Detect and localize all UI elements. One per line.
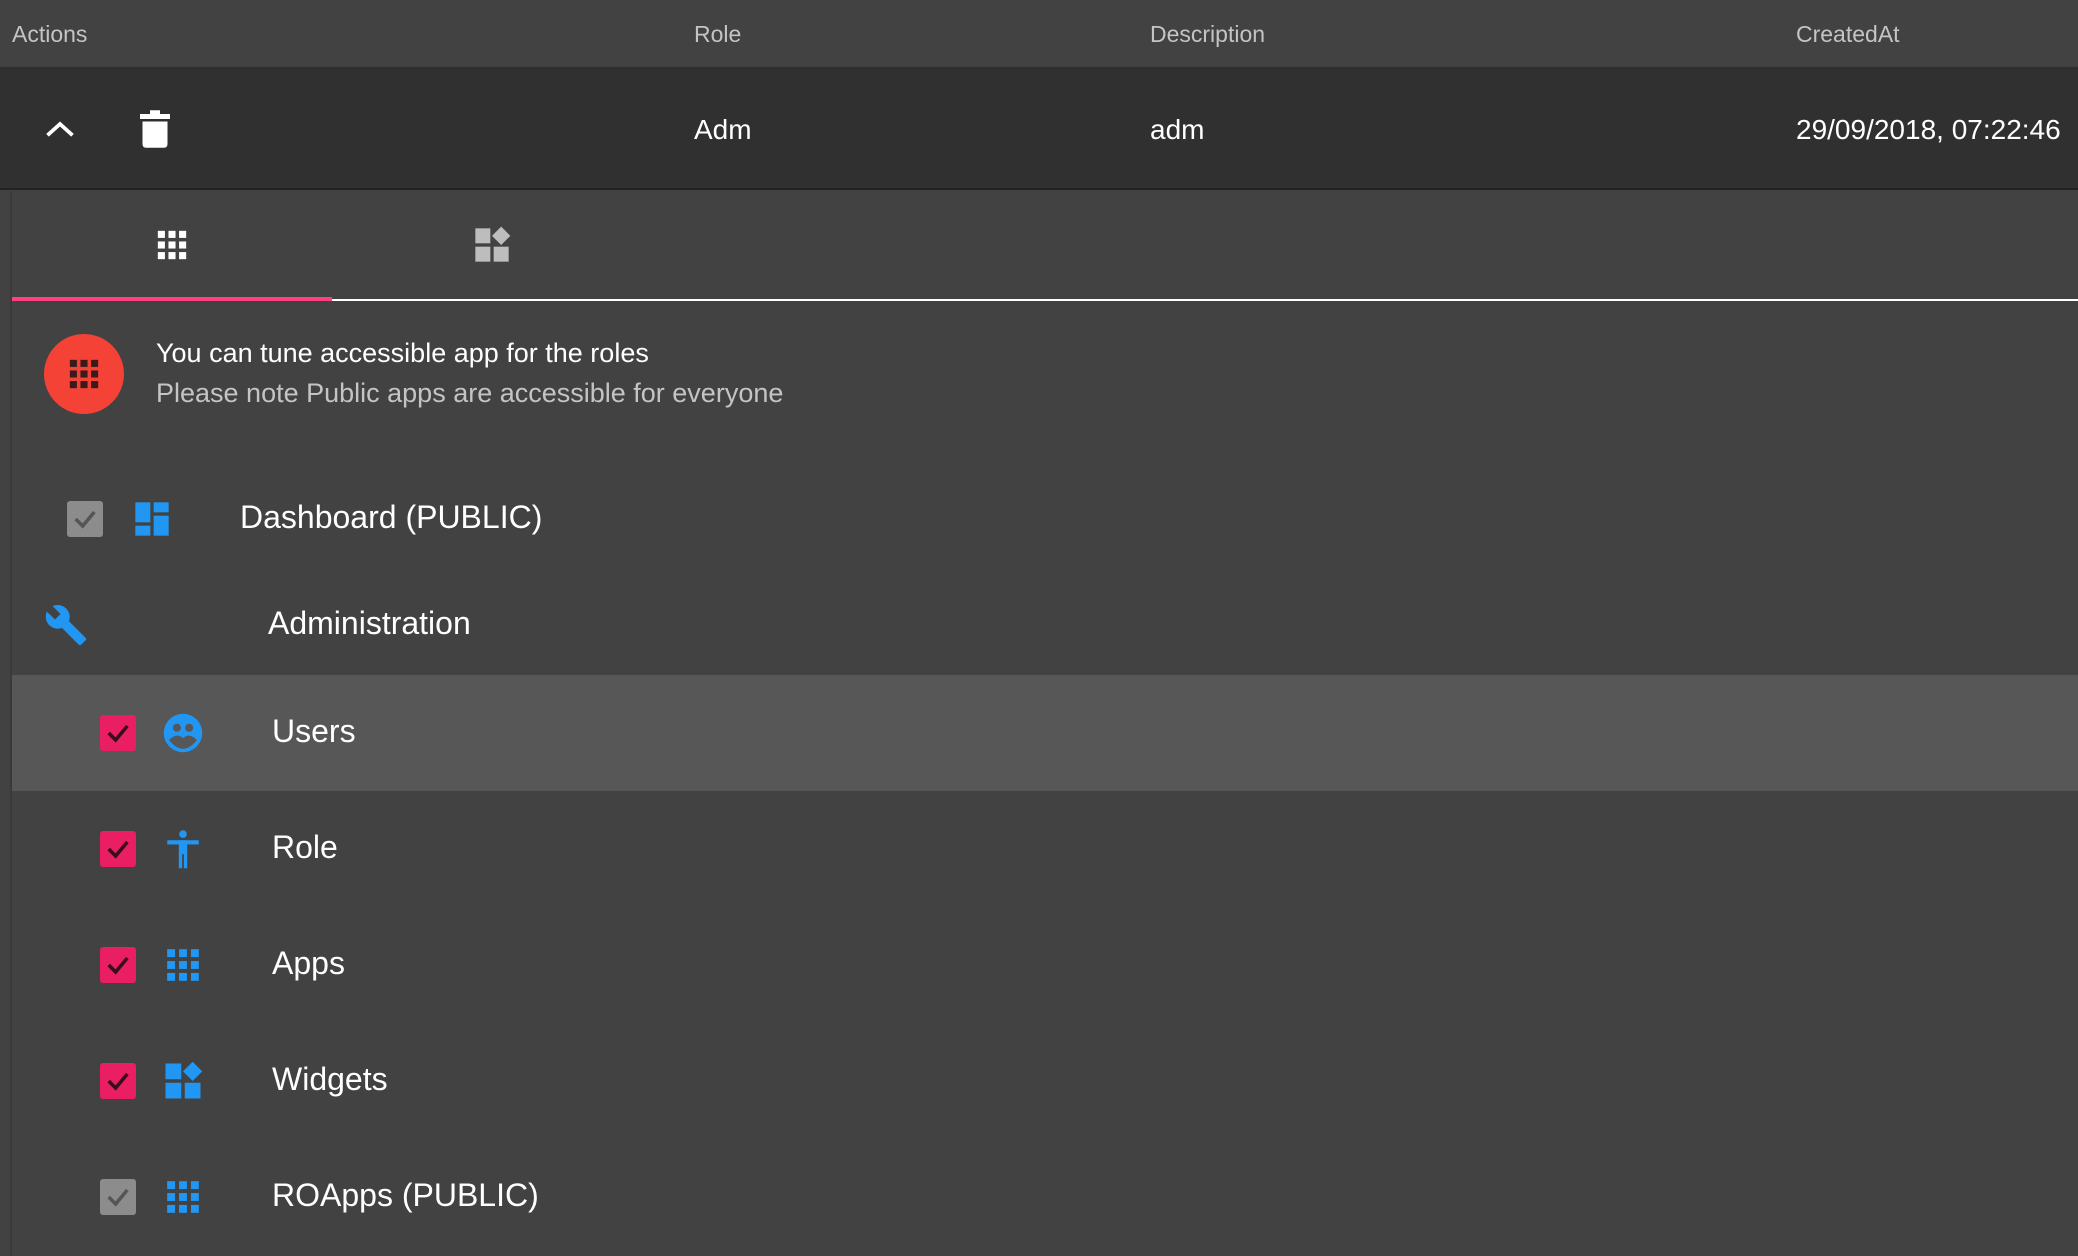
app-checkbox-roapps[interactable]	[100, 1179, 136, 1215]
detail-tabs	[12, 191, 2078, 301]
app-checkbox-dashboard[interactable]	[67, 501, 103, 537]
app-label-roapps: ROApps (PUBLIC)	[272, 1177, 539, 1213]
apps-app-icon	[161, 943, 205, 987]
app-group-administration: Administration	[12, 567, 2078, 683]
check-icon	[74, 510, 96, 529]
app-checkbox-apps[interactable]	[100, 947, 136, 983]
header-actions[interactable]: Actions	[12, 0, 87, 69]
delete-role-button[interactable]	[125, 99, 185, 159]
trash-icon	[140, 110, 170, 148]
table-row[interactable]: Adm adm 29/09/2018, 07:22:46	[0, 69, 2078, 190]
info-title: You can tune accessible app for the role…	[156, 338, 649, 368]
check-icon	[107, 1188, 129, 1207]
check-icon	[107, 956, 129, 975]
header-description[interactable]: Description	[1150, 0, 1265, 69]
tab-apps[interactable]	[12, 191, 332, 301]
widgets-icon	[165, 1061, 203, 1099]
check-icon	[107, 840, 129, 859]
apps-avatar	[44, 334, 124, 414]
app-row-dashboard[interactable]: Dashboard (PUBLIC)	[12, 461, 2078, 577]
app-label-role: Role	[272, 829, 338, 865]
dashboard-icon	[135, 502, 169, 536]
app-checkbox-role[interactable]	[100, 831, 136, 867]
apps-grid-icon	[167, 949, 199, 981]
app-row-users[interactable]: Users	[12, 675, 2078, 791]
check-icon	[107, 1072, 129, 1091]
collapse-row-button[interactable]	[30, 99, 90, 159]
check-icon	[107, 724, 129, 743]
app-checkbox-widgets[interactable]	[100, 1063, 136, 1099]
created-at-cell: 29/09/2018, 07:22:46	[1796, 114, 2061, 145]
app-row-role[interactable]: Role	[12, 791, 2078, 907]
app-group-label-administration: Administration	[268, 605, 471, 641]
app-row-apps[interactable]: Apps	[12, 907, 2078, 1023]
header-role[interactable]: Role	[694, 0, 741, 69]
header-created-at[interactable]: CreatedAt	[1796, 0, 1900, 69]
description-cell: adm	[1150, 114, 1205, 145]
wrench-icon	[45, 605, 87, 646]
role-cell: Adm	[694, 114, 752, 145]
dashboard-app-icon	[130, 497, 174, 541]
tab-widgets[interactable]	[332, 191, 652, 299]
app-label-users: Users	[272, 713, 356, 749]
widgets-icon	[475, 226, 511, 262]
info-subtitle: Please note Public apps are accessible f…	[156, 378, 784, 408]
apps-grid-icon	[167, 1181, 199, 1213]
users-app-icon	[161, 711, 205, 755]
info-banner: You can tune accessible app for the role…	[44, 334, 1444, 416]
apps-grid-icon	[69, 359, 99, 389]
roles-table-page: Actions Role Description CreatedAt Adm a…	[0, 0, 2078, 1256]
supervised-user-icon	[163, 713, 203, 753]
administration-group-icon	[44, 603, 88, 647]
app-row-roapps[interactable]: ROApps (PUBLIC)	[12, 1139, 2078, 1255]
accessibility-icon	[167, 830, 199, 869]
table-header: Actions Role Description CreatedAt	[0, 0, 2078, 69]
app-checkbox-users[interactable]	[100, 715, 136, 751]
active-tab-indicator	[12, 297, 332, 301]
apps-grid-icon	[157, 230, 187, 260]
app-label-widgets: Widgets	[272, 1061, 388, 1097]
roapps-app-icon	[161, 1175, 205, 1219]
role-detail-panel: You can tune accessible app for the role…	[0, 191, 2078, 1256]
widgets-app-icon	[161, 1059, 205, 1103]
app-row-widgets[interactable]: Widgets	[12, 1023, 2078, 1139]
app-label-apps: Apps	[272, 945, 345, 981]
app-label-dashboard: Dashboard (PUBLIC)	[240, 499, 543, 535]
chevron-up-icon	[46, 121, 74, 137]
role-app-icon	[161, 827, 205, 871]
